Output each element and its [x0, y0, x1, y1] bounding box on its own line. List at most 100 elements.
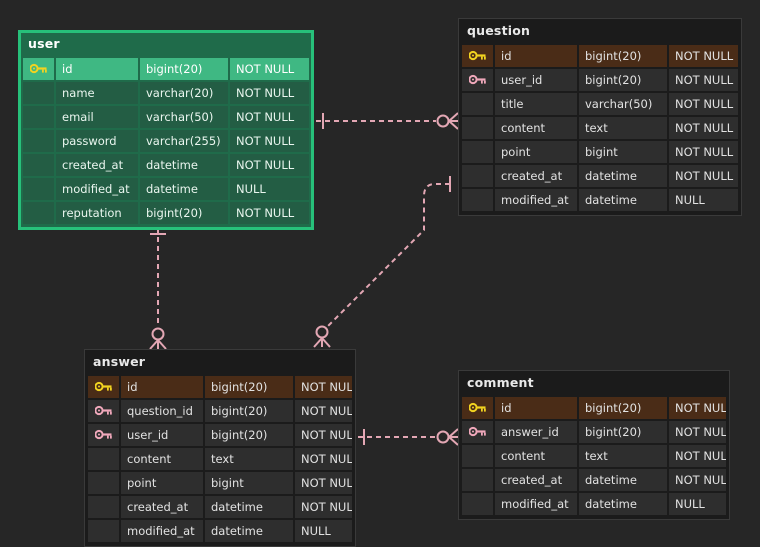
column-name: modified_at — [121, 519, 203, 542]
column-row[interactable]: email varchar(50) NOT NULL — [23, 105, 309, 128]
key-cell-empty — [462, 140, 493, 163]
column-nullable: NOT NULL — [230, 129, 309, 152]
column-type: datetime — [140, 153, 228, 176]
foreign-key-icon-cell — [462, 68, 493, 91]
primary-key-icon-cell — [462, 44, 493, 67]
column-type: datetime — [140, 177, 228, 200]
column-type: datetime — [579, 492, 667, 515]
column-nullable: NULL — [669, 188, 738, 211]
column-type: bigint(20) — [205, 423, 293, 446]
key-icon — [469, 426, 486, 437]
column-row[interactable]: created_atdatetimeNOT NULL — [462, 468, 726, 491]
key-cell-empty — [23, 129, 54, 152]
column-type: text — [579, 444, 667, 467]
key-cell-empty — [462, 444, 493, 467]
column-row[interactable]: modified_at datetime NULL — [462, 492, 726, 515]
primary-key-icon-cell — [462, 396, 493, 419]
key-cell-empty — [88, 447, 119, 470]
column-name: title — [495, 92, 577, 115]
column-type: datetime — [205, 519, 293, 542]
column-row[interactable]: user_idbigint(20)NOT NULL — [88, 423, 352, 446]
column-nullable: NOT NULL — [295, 399, 352, 422]
column-row[interactable]: created_atdatetimeNOT NULL — [23, 153, 309, 176]
key-cell-empty — [88, 519, 119, 542]
column-row[interactable]: pointbigintNOT NULL — [462, 140, 738, 163]
column-nullable: NOT NULL — [230, 201, 309, 224]
column-row[interactable]: pointbigintNOT NULL — [88, 471, 352, 494]
key-icon — [95, 405, 112, 416]
key-cell-empty — [462, 188, 493, 211]
key-icon — [95, 381, 112, 392]
column-row[interactable]: reputation bigint(20) NOT NULL — [23, 201, 309, 224]
key-cell-empty — [462, 468, 493, 491]
column-nullable: NOT NULL — [295, 375, 352, 398]
column-name: name — [56, 81, 138, 104]
column-nullable: NULL — [295, 519, 352, 542]
entity-table-comment[interactable]: commentidbigint(20)NOT NULLanswer_idbigi… — [458, 370, 730, 520]
column-nullable: NOT NULL — [669, 44, 738, 67]
erd-canvas[interactable]: user id bigint(20) NOT NULL name varchar(20) N… — [0, 0, 760, 547]
key-icon — [469, 50, 486, 61]
column-row[interactable]: user_idbigint(20)NOT NULL — [462, 68, 738, 91]
column-name: modified_at — [56, 177, 138, 200]
column-type: bigint — [205, 471, 293, 494]
column-row[interactable]: password varchar(255) NOT NULL — [23, 129, 309, 152]
column-row[interactable]: question_idbigint(20)NOT NULL — [88, 399, 352, 422]
column-type: datetime — [579, 188, 667, 211]
column-row[interactable]: name varchar(20) NOT NULL — [23, 81, 309, 104]
column-nullable: NOT NULL — [230, 81, 309, 104]
column-nullable: NOT NULL — [669, 164, 738, 187]
column-nullable: NOT NULL — [295, 495, 352, 518]
column-row[interactable]: title varchar(50) NOT NULL — [462, 92, 738, 115]
column-type: varchar(50) — [579, 92, 667, 115]
column-row[interactable]: idbigint(20)NOT NULL — [88, 375, 352, 398]
column-nullable: NOT NULL — [295, 447, 352, 470]
column-name: content — [495, 444, 577, 467]
column-row[interactable]: contenttextNOT NULL — [88, 447, 352, 470]
column-row[interactable]: created_atdatetimeNOT NULL — [462, 164, 738, 187]
column-type: text — [205, 447, 293, 470]
column-name: user_id — [121, 423, 203, 446]
key-icon — [469, 74, 486, 85]
column-nullable: NOT NULL — [669, 68, 738, 91]
column-type: varchar(50) — [140, 105, 228, 128]
column-row[interactable]: contenttextNOT NULL — [462, 116, 738, 139]
entity-table-user[interactable]: user id bigint(20) NOT NULL name varchar(20) N… — [18, 30, 314, 230]
column-nullable: NOT NULL — [669, 116, 738, 139]
key-cell-empty — [462, 492, 493, 515]
column-row[interactable]: created_atdatetimeNOT NULL — [88, 495, 352, 518]
entity-table-answer[interactable]: answeridbigint(20)NOT NULLquestion_idbig… — [84, 349, 356, 547]
key-cell-empty — [23, 105, 54, 128]
key-cell-empty — [23, 177, 54, 200]
key-icon — [469, 402, 486, 413]
entity-table-question[interactable]: question id bigint(20) NOT NULL user_id bigin… — [458, 18, 742, 216]
column-nullable: NULL — [230, 177, 309, 200]
entity-title: answer — [93, 354, 146, 369]
column-name: content — [121, 447, 203, 470]
foreign-key-icon-cell — [88, 399, 119, 422]
column-name: answer_id — [495, 420, 577, 443]
column-row[interactable]: idbigint(20)NOT NULL — [462, 44, 738, 67]
column-type: datetime — [579, 468, 667, 491]
column-name: id — [121, 375, 203, 398]
column-nullable: NOT NULL — [669, 92, 738, 115]
column-row[interactable]: modified_at datetime NULL — [88, 519, 352, 542]
column-name: id — [56, 57, 138, 80]
primary-key-icon-cell — [88, 375, 119, 398]
column-row[interactable]: contenttextNOT NULL — [462, 444, 726, 467]
column-list: id bigint(20) NOT NULL name varchar(20) NOT N… — [20, 57, 312, 228]
column-nullable: NOT NULL — [669, 140, 738, 163]
column-row[interactable]: modified_at datetime NULL — [23, 177, 309, 200]
column-name: id — [495, 396, 577, 419]
column-nullable: NOT NULL — [295, 423, 352, 446]
column-name: modified_at — [495, 188, 577, 211]
column-type: bigint — [579, 140, 667, 163]
column-type: bigint(20) — [140, 57, 228, 80]
key-cell-empty — [462, 116, 493, 139]
relationship-answer-comment — [358, 428, 459, 446]
column-row[interactable]: modified_at datetime NULL — [462, 188, 738, 211]
entity-title: question — [467, 23, 531, 38]
column-row[interactable]: idbigint(20)NOT NULL — [462, 396, 726, 419]
column-row[interactable]: idbigint(20)NOT NULL — [23, 57, 309, 80]
column-row[interactable]: answer_idbigint(20)NOT NULL — [462, 420, 726, 443]
